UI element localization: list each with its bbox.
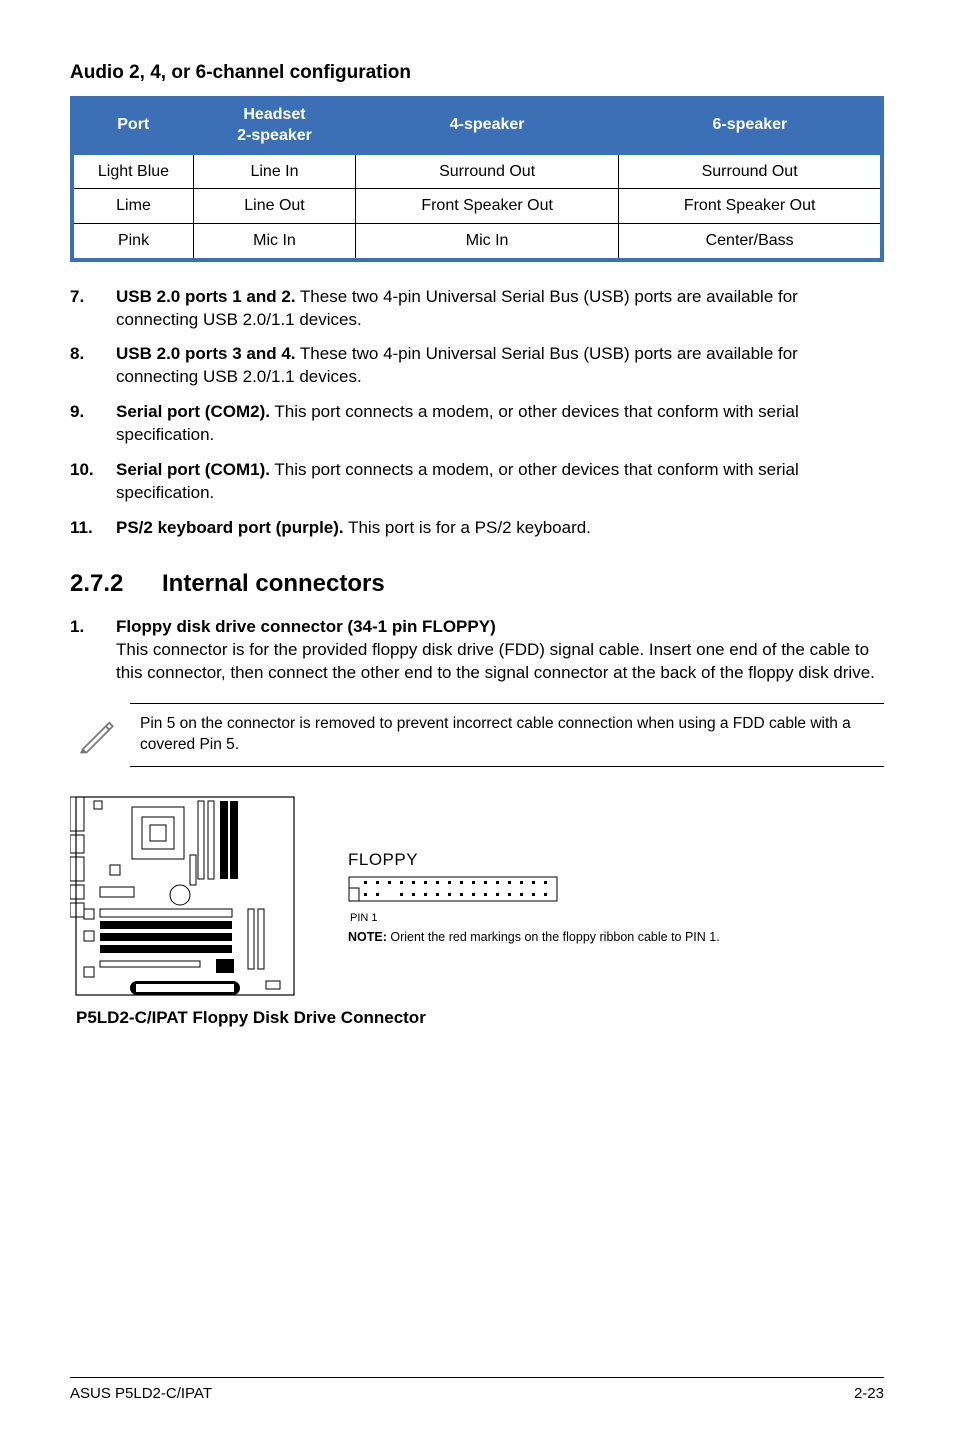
floppy-label: FLOPPY [348, 849, 884, 872]
list-item: 7. USB 2.0 ports 1 and 2. These two 4-pi… [70, 286, 884, 332]
item-lead: Serial port (COM1). [116, 460, 270, 479]
item-body: USB 2.0 ports 1 and 2. These two 4-pin U… [116, 286, 884, 332]
item-body: Serial port (COM1). This port connects a… [116, 459, 884, 505]
note-block: Pin 5 on the connector is removed to pre… [70, 703, 884, 767]
floppy-diagram: FLOPPY PIN 1 NOTE: Orient the red markin… [70, 791, 884, 1003]
list-item: 10. Serial port (COM1). This port connec… [70, 459, 884, 505]
cell-headset: Line Out [194, 189, 356, 224]
motherboard-illustration [70, 791, 300, 1003]
cell-4sp: Front Speaker Out [356, 189, 619, 224]
item-rest: This connector is for the provided flopp… [116, 640, 875, 682]
item-lead: USB 2.0 ports 3 and 4. [116, 344, 296, 363]
floppy-note-lead: NOTE: [348, 930, 387, 944]
subsection-header: 2.7.2 Internal connectors [70, 568, 884, 600]
table-row: Light Blue Line In Surround Out Surround… [72, 154, 882, 189]
footer-left: ASUS P5LD2-C/IPAT [70, 1384, 212, 1404]
cell-4sp: Mic In [356, 224, 619, 260]
pencil-icon [76, 714, 130, 756]
th-6speaker: 6-speaker [619, 97, 882, 154]
item-lead: Floppy disk drive connector (34-1 pin FL… [116, 617, 496, 636]
list-item: 11. PS/2 keyboard port (purple). This po… [70, 517, 884, 540]
rear-port-list: 7. USB 2.0 ports 1 and 2. These two 4-pi… [70, 286, 884, 540]
audio-config-table: Port Headset2-speaker 4-speaker 6-speake… [70, 96, 884, 262]
item-lead: USB 2.0 ports 1 and 2. [116, 287, 296, 306]
item-number: 10. [70, 459, 116, 505]
item-number: 7. [70, 286, 116, 332]
th-port: Port [72, 97, 194, 154]
cell-6sp: Surround Out [619, 154, 882, 189]
note-text: Pin 5 on the connector is removed to pre… [130, 703, 884, 767]
audio-config-title: Audio 2, 4, or 6-channel configuration [70, 60, 884, 86]
item-body: USB 2.0 ports 3 and 4. These two 4-pin U… [116, 343, 884, 389]
table-row: Lime Line Out Front Speaker Out Front Sp… [72, 189, 882, 224]
cell-headset: Line In [194, 154, 356, 189]
pin1-label: PIN 1 [350, 911, 884, 926]
list-item: 9. Serial port (COM2). This port connect… [70, 401, 884, 447]
floppy-note: NOTE: Orient the red markings on the flo… [348, 930, 884, 946]
item-body: PS/2 keyboard port (purple). This port i… [116, 517, 884, 540]
cell-6sp: Front Speaker Out [619, 189, 882, 224]
th-headset: Headset2-speaker [194, 97, 356, 154]
item-body: Floppy disk drive connector (34-1 pin FL… [116, 616, 884, 685]
list-item: 1. Floppy disk drive connector (34-1 pin… [70, 616, 884, 685]
item-lead: PS/2 keyboard port (purple). [116, 518, 344, 537]
subsection-number: 2.7.2 [70, 568, 162, 600]
internal-connector-list: 1. Floppy disk drive connector (34-1 pin… [70, 616, 884, 685]
page-footer: ASUS P5LD2-C/IPAT 2-23 [70, 1377, 884, 1404]
floppy-connector-detail: FLOPPY PIN 1 NOTE: Orient the red markin… [348, 849, 884, 945]
item-lead: Serial port (COM2). [116, 402, 270, 421]
item-number: 8. [70, 343, 116, 389]
diagram-caption: P5LD2-C/IPAT Floppy Disk Drive Connector [76, 1007, 884, 1030]
cell-port: Pink [72, 224, 194, 260]
cell-6sp: Center/Bass [619, 224, 882, 260]
cell-port: Lime [72, 189, 194, 224]
floppy-connector-icon [348, 876, 884, 909]
item-rest: This port is for a PS/2 keyboard. [344, 518, 591, 537]
subsection-title: Internal connectors [162, 568, 385, 600]
item-body: Serial port (COM2). This port connects a… [116, 401, 884, 447]
item-number: 1. [70, 616, 116, 685]
cell-4sp: Surround Out [356, 154, 619, 189]
item-number: 11. [70, 517, 116, 540]
list-item: 8. USB 2.0 ports 3 and 4. These two 4-pi… [70, 343, 884, 389]
item-number: 9. [70, 401, 116, 447]
footer-right: 2-23 [854, 1384, 884, 1404]
th-4speaker: 4-speaker [356, 97, 619, 154]
floppy-note-rest: Orient the red markings on the floppy ri… [387, 930, 720, 944]
cell-headset: Mic In [194, 224, 356, 260]
cell-port: Light Blue [72, 154, 194, 189]
table-row: Pink Mic In Mic In Center/Bass [72, 224, 882, 260]
